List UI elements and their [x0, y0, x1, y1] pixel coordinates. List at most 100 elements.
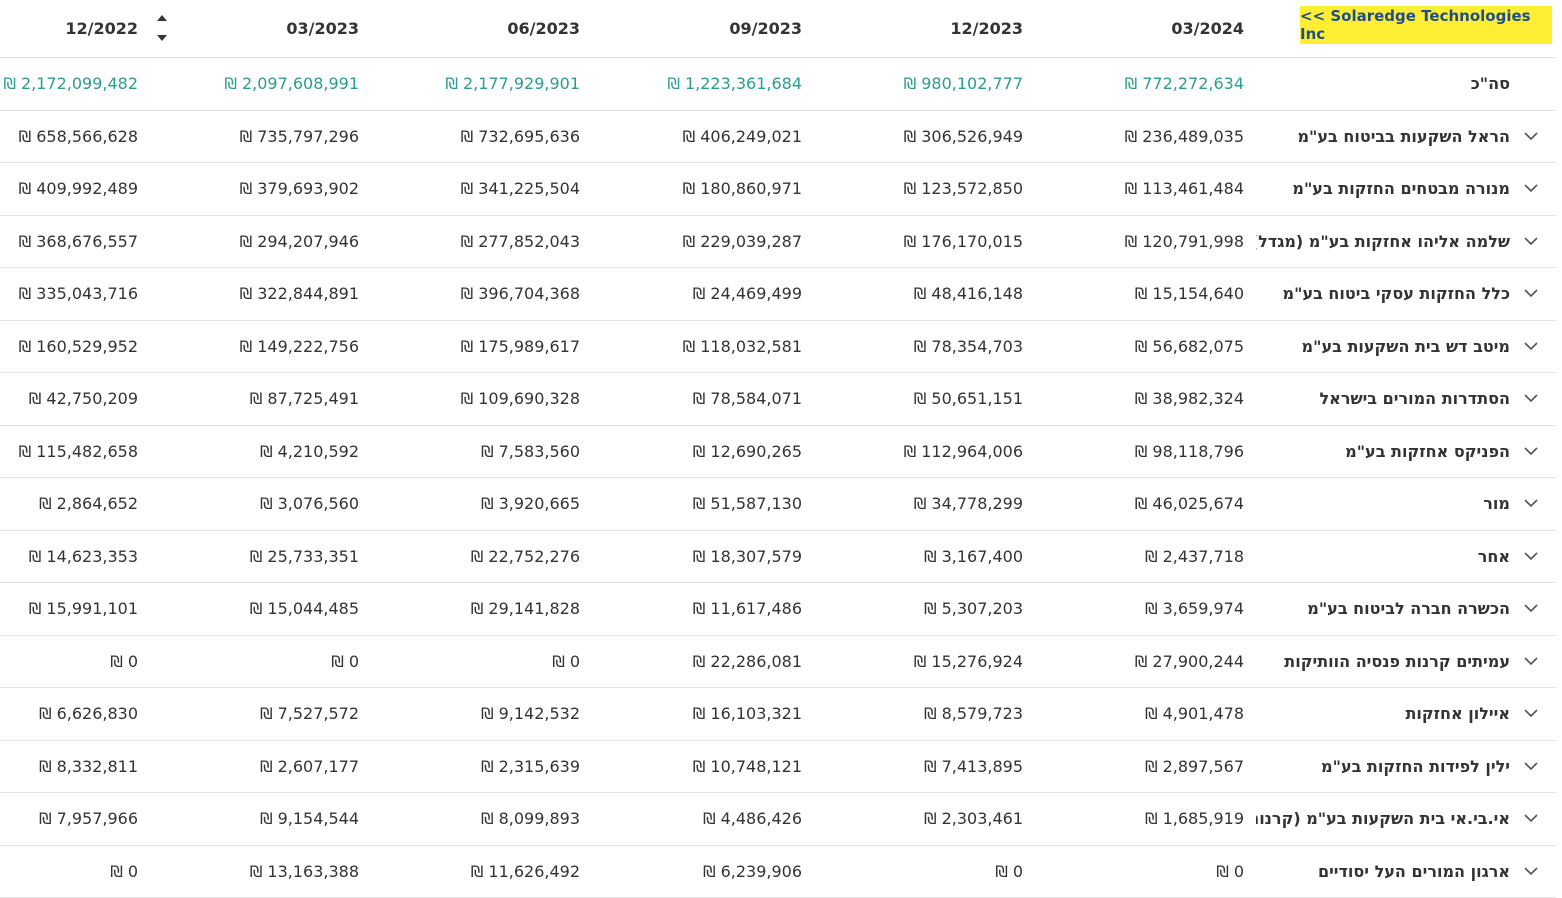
chevron-down-icon[interactable] — [1521, 426, 1541, 478]
value-cell: ₪ 120,791,998 — [1040, 216, 1244, 268]
value-cell: ₪ 7,583,560 — [380, 426, 580, 478]
value-cell: ₪ 2,303,461 — [822, 793, 1023, 845]
table-row[interactable]: ₪ 2,864,652₪ 3,076,560₪ 3,920,665₪ 51,58… — [0, 478, 1556, 531]
chevron-down-icon[interactable] — [1521, 373, 1541, 425]
value-cell: ₪ 5,307,203 — [822, 583, 1023, 635]
value-cell: ₪ 18,307,579 — [600, 531, 802, 583]
value-cell: ₪ 175,989,617 — [380, 321, 580, 373]
value-cell: ₪ 50,651,151 — [822, 373, 1023, 425]
value-cell: ₪ 6,239,906 — [600, 846, 802, 898]
table-row[interactable]: ₪ 658,566,628₪ 735,797,296₪ 732,695,636₪… — [0, 111, 1556, 164]
value-cell: ₪ 14,623,353 — [0, 531, 138, 583]
value-cell: ₪ 1,685,919 — [1040, 793, 1244, 845]
value-cell: ₪ 0 — [0, 846, 138, 898]
table-header-row: 12/2022 03/2023 06/2023 09/2023 12/2023 … — [0, 0, 1556, 58]
value-cell: ₪ 8,099,893 — [380, 793, 580, 845]
column-header-12-2023[interactable]: 12/2023 — [822, 0, 1023, 57]
value-cell: ₪ 335,043,716 — [0, 268, 138, 320]
total-row: ₪ 2,172,099,482 ₪ 2,097,608,991 ₪ 2,177,… — [0, 58, 1556, 111]
table-row[interactable]: ₪ 14,623,353₪ 25,733,351 ₪ 22,752,276 ₪ 18… — [0, 531, 1556, 584]
table-row[interactable]: ₪ 7,957,966₪ 9,154,544 ₪ 8,099,893 ₪ 4,486… — [0, 793, 1556, 846]
value-cell: ₪ 322,844,891 — [150, 268, 359, 320]
value-cell: ₪ 29,141,828 — [380, 583, 580, 635]
value-cell: ₪ 7,957,966 — [0, 793, 138, 845]
value-cell: ₪ 160,529,952 — [0, 321, 138, 373]
value-cell: ₪ 9,154,544 — [150, 793, 359, 845]
company-link[interactable]: << Solaredge Technologies Inc — [1300, 6, 1552, 44]
value-cell: ₪ 3,167,400 — [822, 531, 1023, 583]
table-row[interactable]: ₪ 6,626,830₪ 7,527,572₪ 9,142,532₪ 16,10… — [0, 688, 1556, 741]
value-cell: ₪ 7,527,572 — [150, 688, 359, 740]
table-row[interactable]: ₪ 368,676,557₪ 294,207,946₪ 277,852,043₪… — [0, 216, 1556, 269]
chevron-down-icon[interactable] — [1521, 741, 1541, 793]
chevron-down-icon[interactable] — [1521, 583, 1541, 635]
total-value: ₪ 2,097,608,991 — [150, 58, 359, 110]
table-row[interactable]: ₪ 335,043,716₪ 322,844,891₪ 396,704,368₪… — [0, 268, 1556, 321]
value-cell: ₪ 118,032,581 — [600, 321, 802, 373]
holder-name: הראל השקעות בביטוח בע"מ — [1256, 111, 1510, 163]
holdings-table: 12/2022 03/2023 06/2023 09/2023 12/2023 … — [0, 0, 1556, 898]
value-cell: ₪ 409,992,489 — [0, 163, 138, 215]
value-cell: ₪ 24,469,499 — [600, 268, 802, 320]
value-cell: ₪ 113,461,484 — [1040, 163, 1244, 215]
value-cell: ₪ 12,690,265 — [600, 426, 802, 478]
column-header-03-2023[interactable]: 03/2023 — [150, 0, 359, 57]
holder-name: שלמה אליהו אחזקות בע"מ (מגדל) — [1256, 216, 1510, 268]
table-row[interactable]: ₪ 0₪ 13,163,388₪ 11,626,492₪ 6,239,906₪ … — [0, 846, 1556, 898]
chevron-down-icon[interactable] — [1521, 688, 1541, 740]
chevron-down-icon[interactable] — [1521, 216, 1541, 268]
holder-name: עמיתים קרנות פנסיה הוותיקות — [1256, 636, 1510, 688]
chevron-down-icon[interactable] — [1521, 163, 1541, 215]
value-cell: ₪ 22,286,081 — [600, 636, 802, 688]
column-header-03-2024[interactable]: 03/2024 — [1040, 0, 1244, 57]
total-value: ₪ 980,102,777 — [822, 58, 1023, 110]
holder-name: הסתדרות המורים בישראל — [1256, 373, 1510, 425]
value-cell: ₪ 7,413,895 — [822, 741, 1023, 793]
value-cell: ₪ 15,154,640 — [1040, 268, 1244, 320]
total-value: ₪ 1,223,361,684 — [600, 58, 802, 110]
chevron-down-icon[interactable] — [1521, 478, 1541, 530]
value-cell: ₪ 27,900,244 — [1040, 636, 1244, 688]
chevron-down-icon[interactable] — [1521, 793, 1541, 845]
table-row[interactable]: ₪ 42,750,209₪ 87,725,491₪ 109,690,328₪ 7… — [0, 373, 1556, 426]
value-cell: ₪ 406,249,021 — [600, 111, 802, 163]
value-cell: ₪ 4,486,426 — [600, 793, 802, 845]
chevron-down-icon[interactable] — [1521, 846, 1541, 898]
value-cell: ₪ 236,489,035 — [1040, 111, 1244, 163]
table-row[interactable]: ₪ 0₪ 0₪ 0₪ 22,286,081₪ 15,276,924₪ 27,90… — [0, 636, 1556, 689]
value-cell: ₪ 123,572,850 — [822, 163, 1023, 215]
value-cell: ₪ 11,617,486 — [600, 583, 802, 635]
value-cell: ₪ 2,437,718 — [1040, 531, 1244, 583]
value-cell: ₪ 6,626,830 — [0, 688, 138, 740]
chevron-down-icon[interactable] — [1521, 268, 1541, 320]
table-row[interactable]: ₪ 160,529,952₪ 149,222,756₪ 175,989,617₪… — [0, 321, 1556, 374]
chevron-down-icon[interactable] — [1521, 531, 1541, 583]
value-cell: ₪ 22,752,276 — [380, 531, 580, 583]
value-cell: ₪ 735,797,296 — [150, 111, 359, 163]
table-row[interactable]: ₪ 8,332,811₪ 2,607,177₪ 2,315,639₪ 10,74… — [0, 741, 1556, 794]
value-cell: ₪ 306,526,949 — [822, 111, 1023, 163]
value-cell: ₪ 16,103,321 — [600, 688, 802, 740]
table-row[interactable]: ₪ 115,482,658₪ 4,210,592₪ 7,583,560₪ 12,… — [0, 426, 1556, 479]
table-row[interactable]: ₪ 409,992,489₪ 379,693,902 ₪ 341,225,504 ₪… — [0, 163, 1556, 216]
value-cell: ₪ 51,587,130 — [600, 478, 802, 530]
value-cell: ₪ 277,852,043 — [380, 216, 580, 268]
total-value: ₪ 2,177,929,901 — [380, 58, 580, 110]
value-cell: ₪ 0 — [150, 636, 359, 688]
chevron-down-icon[interactable] — [1521, 321, 1541, 373]
value-cell: ₪ 379,693,902 — [150, 163, 359, 215]
value-cell: ₪ 2,864,652 — [0, 478, 138, 530]
column-header-12-2022[interactable]: 12/2022 — [0, 0, 138, 57]
value-cell: ₪ 341,225,504 — [380, 163, 580, 215]
value-cell: ₪ 15,044,485 — [150, 583, 359, 635]
value-cell: ₪ 25,733,351 — [150, 531, 359, 583]
column-header-09-2023[interactable]: 09/2023 — [600, 0, 802, 57]
table-row[interactable]: ₪ 15,991,101₪ 15,044,485 ₪ 29,141,828 ₪ 11… — [0, 583, 1556, 636]
value-cell: ₪ 15,991,101 — [0, 583, 138, 635]
column-header-06-2023[interactable]: 06/2023 — [380, 0, 580, 57]
holder-name: מיטב דש בית השקעות בע"מ — [1256, 321, 1510, 373]
chevron-down-icon[interactable] — [1521, 636, 1541, 688]
chevron-down-icon[interactable] — [1521, 111, 1541, 163]
holder-name: אי.בי.אי בית השקעות בע"מ (קרנות נ — [1256, 793, 1510, 845]
value-cell: ₪ 34,778,299 — [822, 478, 1023, 530]
